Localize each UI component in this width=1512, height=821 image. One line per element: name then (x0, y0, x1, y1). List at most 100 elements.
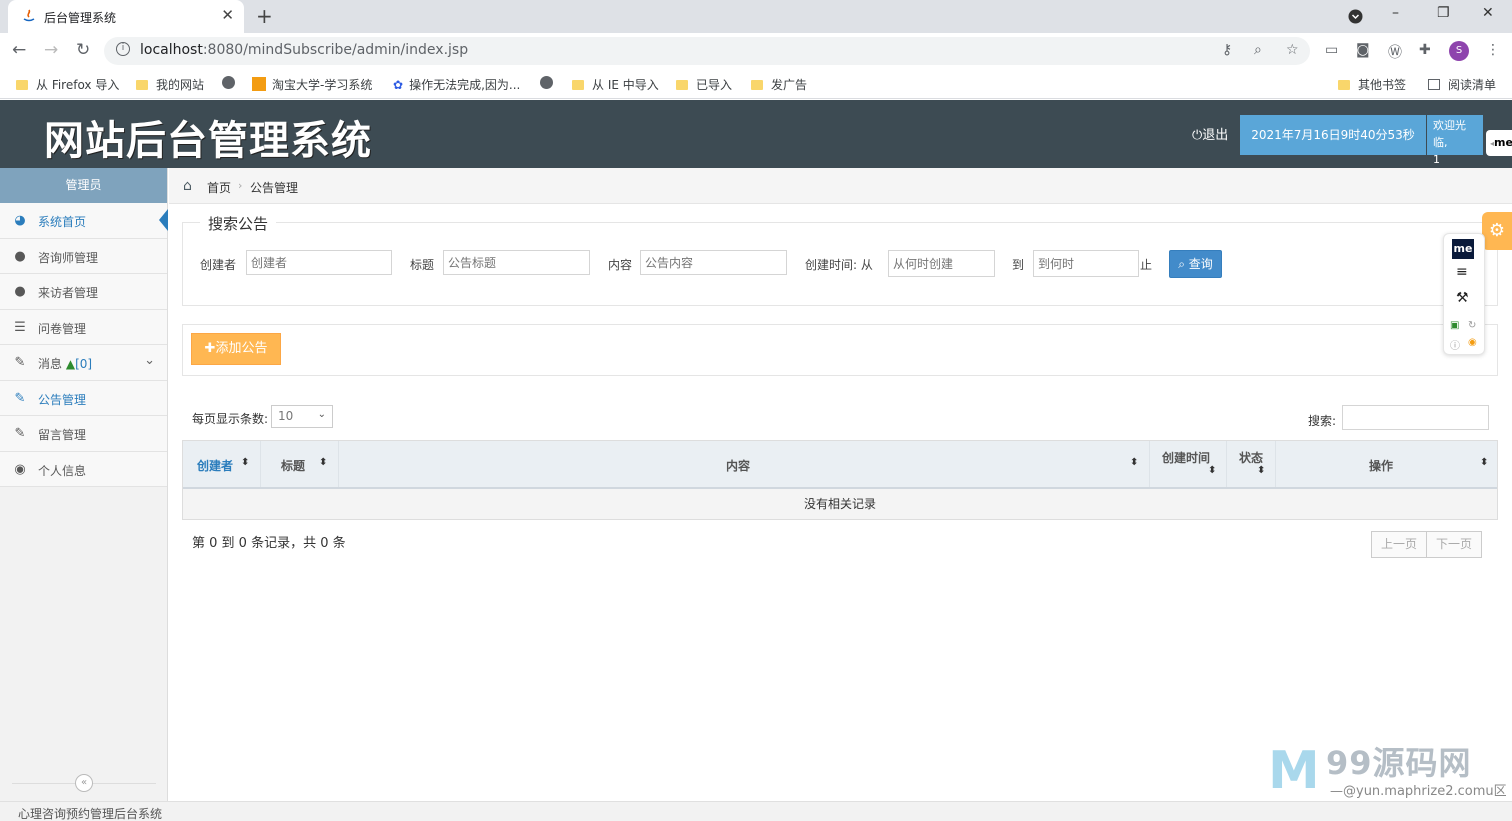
java-favicon-icon (23, 9, 35, 22)
breadcrumb-separator: › (238, 179, 243, 192)
creator-input[interactable] (246, 250, 392, 275)
sidebar-item-profile[interactable]: ◉ 个人信息 (0, 451, 167, 487)
bookmark-label: 其他书签 (1358, 78, 1407, 92)
time-to-input[interactable] (1033, 250, 1139, 277)
puzzle-extensions-icon[interactable]: ✚ (1419, 42, 1431, 58)
sidebar-item-visitors[interactable]: ● 来访者管理 (0, 274, 167, 310)
sidebar-item-messages[interactable]: ✎ 消息 ▲[0] ⌄ (0, 345, 167, 381)
bookmark-baidu[interactable]: ✿ 操作无法完成,因为... (393, 76, 520, 93)
collapse-sidebar-button[interactable]: « (75, 774, 93, 792)
close-window-button[interactable]: ✕ (1482, 5, 1494, 21)
breadcrumb-home[interactable]: 首页 (207, 179, 231, 196)
column-header-title[interactable]: 标题 ⬍ (261, 441, 339, 487)
refresh-icon[interactable]: ↻ (1468, 320, 1476, 331)
me-side-tab[interactable]: ◂me (1486, 130, 1512, 156)
bookmark-ads[interactable]: 发广告 (751, 76, 807, 93)
column-header-content[interactable]: 内容 ⬍ (339, 441, 1150, 487)
me-extension-button[interactable]: me (1452, 239, 1474, 259)
column-header-creator[interactable]: 创建者 ⬍ (183, 441, 261, 487)
breadcrumb: ⌂ 首页 › 公告管理 (169, 168, 1512, 204)
content-input[interactable] (640, 250, 787, 275)
chevron-down-icon: ⌄ (317, 409, 326, 420)
key-icon[interactable]: ⚷ (1222, 42, 1232, 58)
home-icon[interactable]: ⌂ (183, 178, 192, 194)
sidebar-item-label: 留言管理 (38, 428, 87, 442)
zoom-icon[interactable]: ⌕ (1254, 42, 1262, 58)
add-announcement-button[interactable]: ✚添加公告 (191, 333, 281, 365)
column-header-status[interactable]: 状态 ⬍ (1227, 441, 1276, 487)
welcome-box: 欢迎光临, 1 (1427, 115, 1483, 166)
page-size-select[interactable]: 10 ⌄ (271, 405, 333, 428)
maximize-button[interactable]: ❐ (1437, 5, 1450, 21)
bookmark-my-site[interactable]: 我的网站 (136, 76, 204, 93)
browser-tab[interactable]: 后台管理系统 ✕ (8, 0, 244, 33)
site-info-icon[interactable]: i (116, 42, 130, 56)
footer: 心理咨询预约管理后台系统 (0, 801, 1512, 821)
sidebar-item-label: 个人信息 (38, 463, 87, 478)
sort-icon: ⬍ (1257, 465, 1266, 476)
sidebar-item-announcements[interactable]: ✎ 公告管理 (0, 380, 167, 416)
logout-button[interactable]: ⏻退出 (1192, 124, 1228, 143)
reload-icon[interactable]: ↻ (76, 40, 90, 60)
time-from-input[interactable] (888, 250, 995, 277)
sidebar-item-comments[interactable]: ✎ 留言管理 (0, 416, 167, 452)
sidebar-item-label: 咨询师管理 (38, 250, 99, 265)
bookmark-ie-import[interactable]: 从 IE 中导入 (572, 76, 659, 93)
eye-icon[interactable]: ◉ (1468, 337, 1477, 348)
prev-page-button[interactable]: 上一页 (1371, 531, 1428, 558)
browser-menu-icon[interactable]: ⋮ (1486, 42, 1500, 58)
profile-avatar[interactable]: S (1449, 41, 1469, 61)
column-header-actions[interactable]: 操作 ⬍ (1276, 441, 1497, 487)
bookmark-taobao[interactable]: 淘宝大学-学习系统 (252, 76, 372, 93)
profile-menu-icon[interactable] (1348, 9, 1363, 24)
user-icon: ● (14, 284, 26, 299)
cast-icon[interactable]: ▭ (1325, 42, 1338, 58)
menu-lines-icon[interactable]: ≡ (1456, 264, 1468, 280)
settings-gear-tab[interactable]: ⚙ (1482, 212, 1512, 250)
back-icon[interactable]: ← (12, 40, 26, 60)
watermark-text: 99源码网 (1326, 744, 1472, 782)
floating-toolbar: me ≡ ⚒ ▣ ↻ ⓘ ◉ (1443, 233, 1485, 355)
bookmark-label: 阅读清单 (1448, 78, 1497, 92)
cast-green-icon[interactable]: ▣ (1450, 320, 1459, 331)
star-icon[interactable]: ☆ (1286, 42, 1299, 58)
url-text[interactable]: localhost:8080/mindSubscribe/admin/index… (140, 42, 468, 58)
sort-icon: ⬍ (241, 457, 250, 468)
chevron-down-icon[interactable]: ⌄ (144, 353, 155, 368)
w-extension-icon[interactable]: Ⓦ (1388, 42, 1402, 62)
title-input[interactable] (443, 250, 590, 275)
bookmark-other[interactable]: 其他书签 (1338, 76, 1406, 93)
logout-label: 退出 (1202, 128, 1229, 143)
messages-label: 消息 (38, 357, 63, 371)
magic-wand-icon[interactable]: ⚒ (1456, 290, 1469, 306)
globe-icon (222, 76, 235, 89)
bookmark-globe-1[interactable] (222, 76, 239, 90)
url-bar[interactable]: i localhost:8080/mindSubscribe/admin/ind… (104, 37, 1310, 65)
page-size-value: 10 (278, 409, 294, 423)
forward-icon[interactable]: → (44, 40, 58, 60)
query-button[interactable]: ⌕ 查询 (1169, 250, 1222, 278)
bookmark-label: 从 IE 中导入 (592, 78, 659, 92)
tab-close-icon[interactable]: ✕ (221, 6, 234, 24)
sidebar-item-home[interactable]: ◕ 系统首页 (0, 203, 168, 239)
sidebar: 管理员 ◕ 系统首页 ● 咨询师管理 ● 来访者管理 ☰ 问卷管理 ✎ 消息 ▲… (0, 168, 168, 801)
tab-title: 后台管理系统 (44, 11, 117, 25)
bookmark-imported[interactable]: 已导入 (676, 76, 732, 93)
new-tab-button[interactable]: + (256, 4, 273, 28)
search-icon: ⌕ (1178, 257, 1185, 271)
action-bar (182, 324, 1498, 376)
alert-icon[interactable]: ⓘ (1450, 337, 1460, 352)
edit-icon: ✎ (14, 355, 26, 370)
column-header-created-time[interactable]: 创建时间 ⬍ (1150, 441, 1227, 487)
bookmark-globe-2[interactable] (540, 76, 557, 90)
next-page-button[interactable]: 下一页 (1427, 531, 1483, 558)
bookmark-reading-list[interactable]: 阅读清单 (1428, 76, 1496, 93)
sidebar-item-questionnaires[interactable]: ☰ 问卷管理 (0, 309, 167, 345)
camera-icon[interactable]: ◙ (1356, 42, 1370, 58)
column-label: 状态 (1239, 451, 1264, 465)
bookmark-firefox-import[interactable]: 从 Firefox 导入 (16, 76, 119, 93)
sidebar-item-counselors[interactable]: ● 咨询师管理 (0, 238, 167, 274)
table-search-input[interactable] (1342, 405, 1489, 430)
minimize-button[interactable]: – (1392, 5, 1399, 21)
column-label: 标题 (281, 459, 306, 473)
